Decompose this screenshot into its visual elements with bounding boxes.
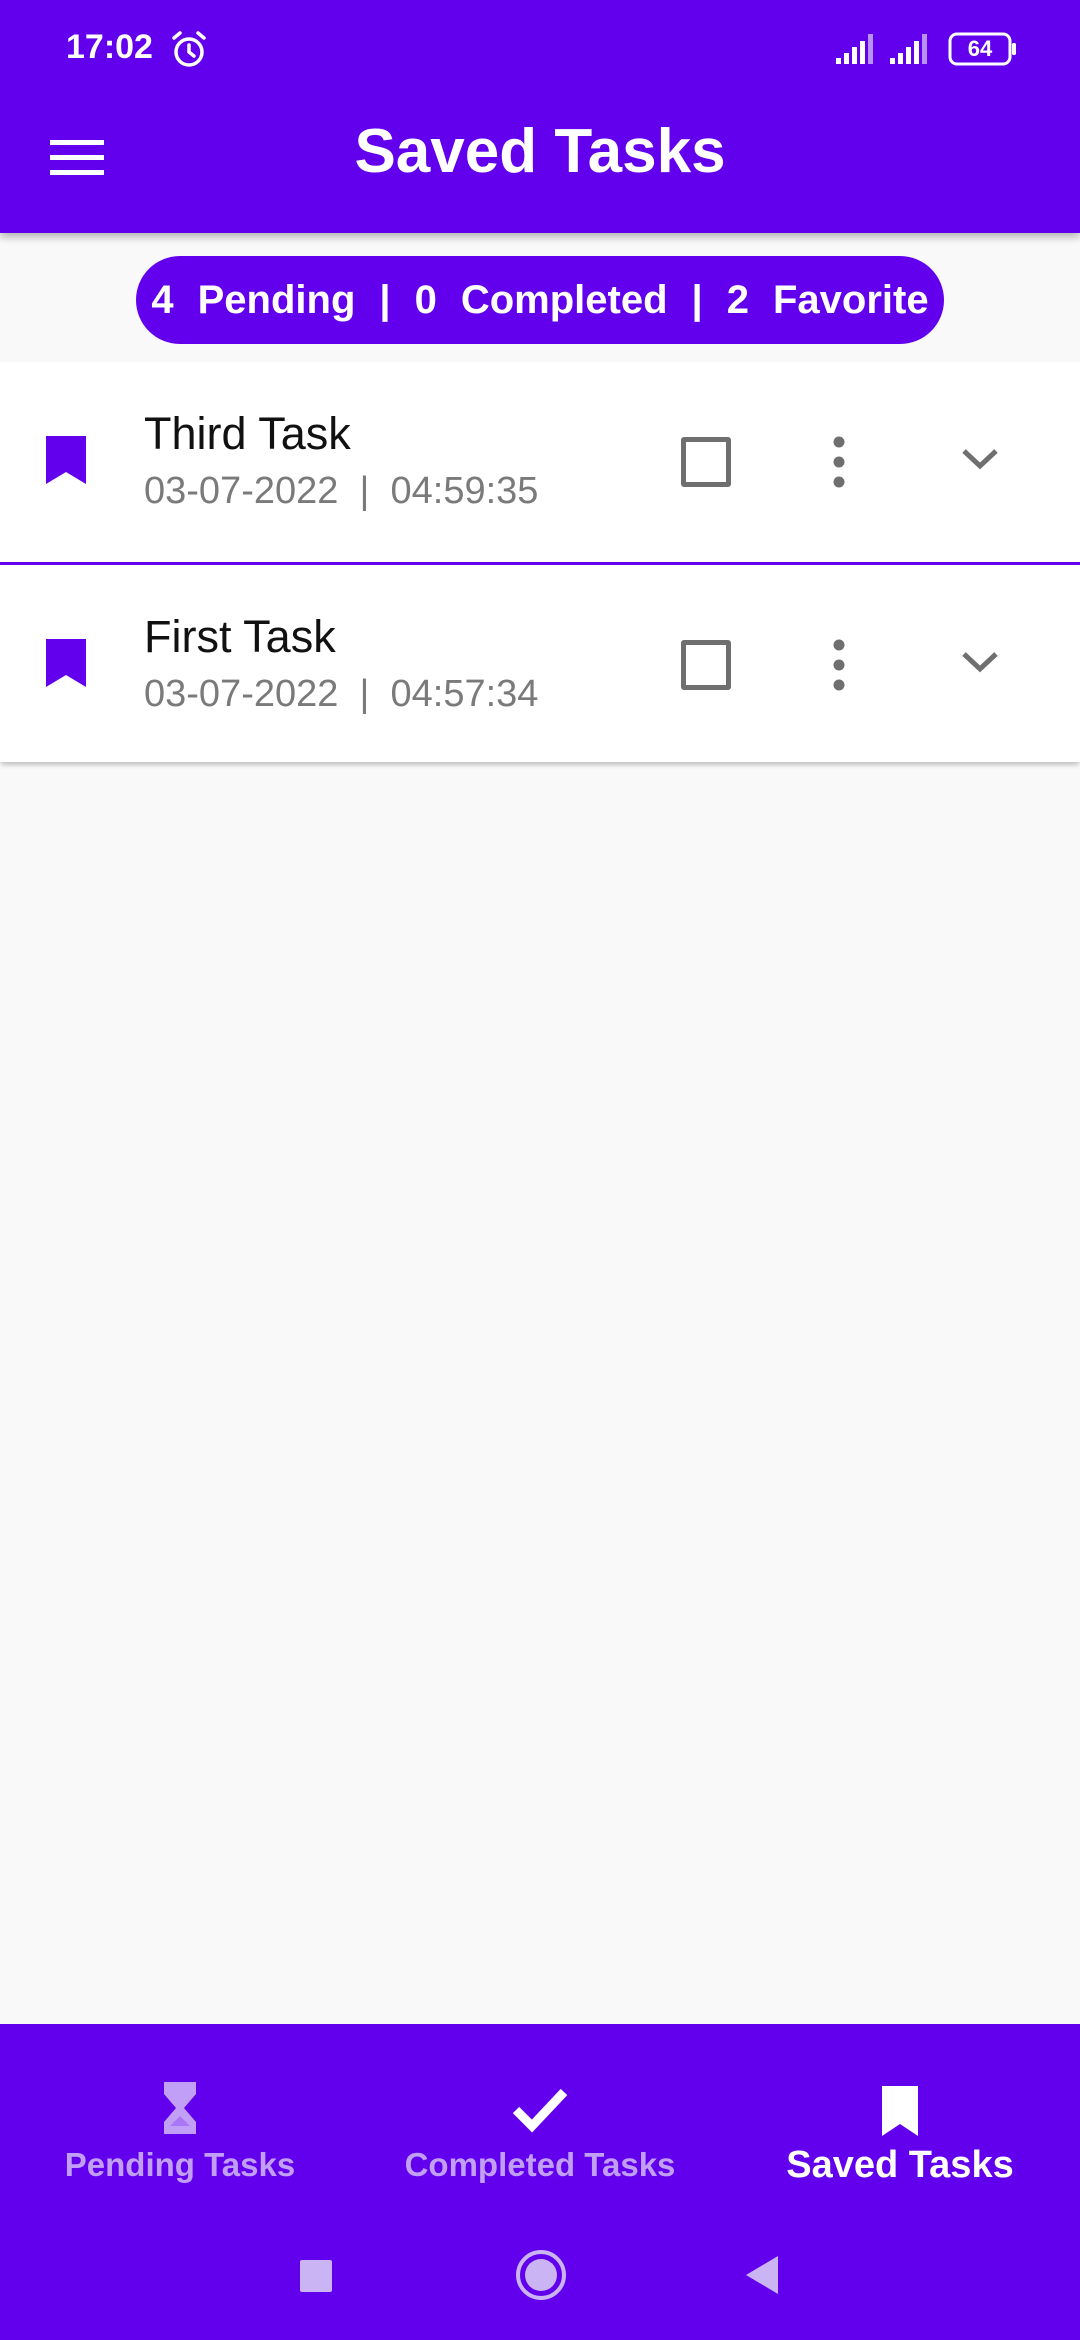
home-circle-icon[interactable]: [514, 2248, 568, 2302]
screen: 17:02 64 Saved Tasks 4 Pending | 0 Compl…: [0, 0, 1080, 2340]
page-title: Saved Tasks: [354, 117, 726, 186]
back-triangle-icon[interactable]: [742, 2254, 782, 2296]
hourglass-icon: [164, 2082, 196, 2134]
task-timestamp: 03-07-2022 | 04:57:34: [144, 673, 538, 716]
check-icon: [512, 2088, 568, 2133]
task-time: 04:57:34: [390, 673, 539, 715]
separator: |: [379, 277, 391, 322]
battery-level: 64: [967, 36, 993, 61]
nav-tab-completed-tasks[interactable]: Completed Tasks: [360, 2024, 720, 2224]
task-list: Third Task 03-07-2022 | 04:59:35 First T…: [0, 362, 1080, 762]
task-title: Third Task: [144, 408, 351, 459]
bookmark-icon: [882, 2086, 918, 2136]
separator: |: [359, 673, 370, 715]
nav-tab-pending-tasks[interactable]: Pending Tasks: [0, 2024, 360, 2224]
task-date: 03-07-2022: [144, 470, 339, 512]
bookmark-icon[interactable]: [44, 637, 88, 689]
nav-label: Pending Tasks: [64, 2146, 296, 2183]
bookmark-icon[interactable]: [44, 434, 88, 486]
task-date: 03-07-2022: [144, 673, 339, 715]
recents-square-icon[interactable]: [300, 2260, 332, 2292]
task-summary-pill: 4 Pending | 0 Completed | 2 Favorite: [136, 256, 944, 344]
more-options-icon[interactable]: [824, 635, 854, 695]
nav-tab-saved-tasks[interactable]: Saved Tasks: [720, 2024, 1080, 2224]
signal-icon: [890, 34, 927, 64]
completed-count: 0: [414, 277, 437, 322]
app-header: 17:02 64 Saved Tasks: [0, 0, 1080, 233]
task-time: 04:59:35: [390, 470, 539, 512]
favorite-label: Favorite: [773, 277, 929, 322]
nav-label: Completed Tasks: [404, 2146, 676, 2183]
status-time: 17:02: [66, 28, 153, 66]
signal-icon: [836, 34, 873, 64]
task-item[interactable]: Third Task 03-07-2022 | 04:59:35: [0, 362, 1080, 562]
pending-count: 4: [151, 277, 174, 322]
pending-label: Pending: [197, 277, 356, 322]
completed-label: Completed: [460, 277, 668, 322]
task-complete-checkbox[interactable]: [681, 640, 731, 690]
more-options-icon[interactable]: [824, 432, 854, 492]
nav-label: Saved Tasks: [786, 2144, 1014, 2186]
alarm-icon: [172, 31, 206, 67]
separator: |: [359, 470, 370, 512]
task-complete-checkbox[interactable]: [681, 437, 731, 487]
task-timestamp: 03-07-2022 | 04:59:35: [144, 470, 538, 513]
favorite-count: 2: [726, 277, 749, 322]
task-title: First Task: [144, 611, 336, 662]
chevron-down-icon[interactable]: [960, 647, 1000, 677]
chevron-down-icon[interactable]: [960, 444, 1000, 474]
separator: |: [691, 277, 703, 322]
task-item[interactable]: First Task 03-07-2022 | 04:57:34: [0, 562, 1080, 762]
